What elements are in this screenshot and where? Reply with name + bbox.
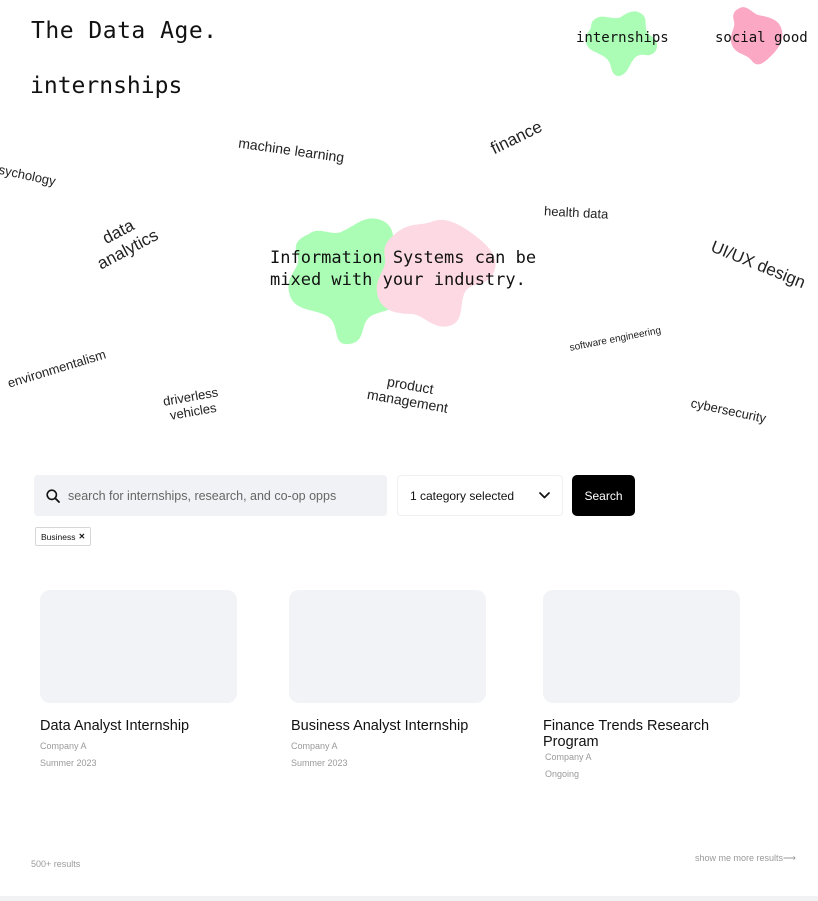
site-logo[interactable]: The Data Age.	[31, 18, 218, 44]
show-more-link[interactable]: show me more results⟶	[695, 853, 796, 864]
card-term: Ongoing	[545, 769, 580, 779]
page-title: internships	[30, 73, 183, 99]
results-count: 500+ results	[31, 859, 81, 869]
topic-product-management: product management	[365, 373, 450, 416]
topic-health-data: health data	[543, 203, 609, 222]
footer-divider	[0, 896, 818, 901]
card-term: Summer 2023	[40, 758, 97, 768]
filter-chip-business[interactable]: Business ✕	[35, 527, 92, 546]
filter-chip-label: Business	[41, 531, 76, 542]
card-term: Summer 2023	[291, 758, 348, 768]
chevron-down-icon	[539, 492, 550, 499]
category-select[interactable]: 1 category selected	[397, 475, 563, 516]
hero-line-2: mixed with your industry.	[270, 270, 526, 290]
category-select-label: 1 category selected	[410, 488, 515, 503]
card-title[interactable]: Finance Trends Research Program	[543, 718, 743, 750]
nav-internships[interactable]: internships	[576, 30, 669, 46]
search-input[interactable]	[66, 487, 370, 504]
topic-software-engineering: software engineering	[568, 325, 662, 354]
topic-finance: finance	[487, 116, 546, 159]
topic-cybersecurity: cybersecurity	[689, 395, 768, 426]
topic-driverless-vehicles: driverless vehicles	[161, 384, 220, 423]
card-thumbnail	[40, 590, 237, 703]
search-icon	[46, 488, 60, 503]
card-company: Company A	[40, 741, 87, 751]
opportunity-card[interactable]: Business Analyst Internship Company A Su…	[289, 590, 489, 768]
opportunity-card[interactable]: Finance Trends Research Program Company …	[543, 590, 743, 779]
card-thumbnail	[289, 590, 486, 703]
topic-data-analytics: data analytics	[93, 215, 162, 273]
nav-social-good[interactable]: social good	[715, 30, 808, 46]
close-icon[interactable]: ✕	[79, 532, 86, 541]
hero-line-1: Information Systems can be	[270, 248, 537, 268]
card-company: Company A	[291, 741, 338, 751]
card-thumbnail	[543, 590, 740, 703]
search-button[interactable]: Search	[572, 475, 635, 516]
card-company: Company A	[545, 752, 592, 762]
topic-machine-learning: machine learning	[237, 134, 346, 166]
topic-psychology: psychology	[0, 160, 58, 189]
hero-tagline: Information Systems can be mixed with yo…	[270, 247, 536, 291]
card-title[interactable]: Data Analyst Internship	[40, 718, 240, 734]
card-title[interactable]: Business Analyst Internship	[291, 718, 489, 734]
opportunity-card[interactable]: Data Analyst Internship Company A Summer…	[40, 590, 240, 768]
topic-environmentalism: environmentalism	[5, 346, 108, 391]
topic-ui-ux-design: UI/UX design	[708, 236, 809, 293]
search-bar[interactable]	[34, 475, 387, 516]
